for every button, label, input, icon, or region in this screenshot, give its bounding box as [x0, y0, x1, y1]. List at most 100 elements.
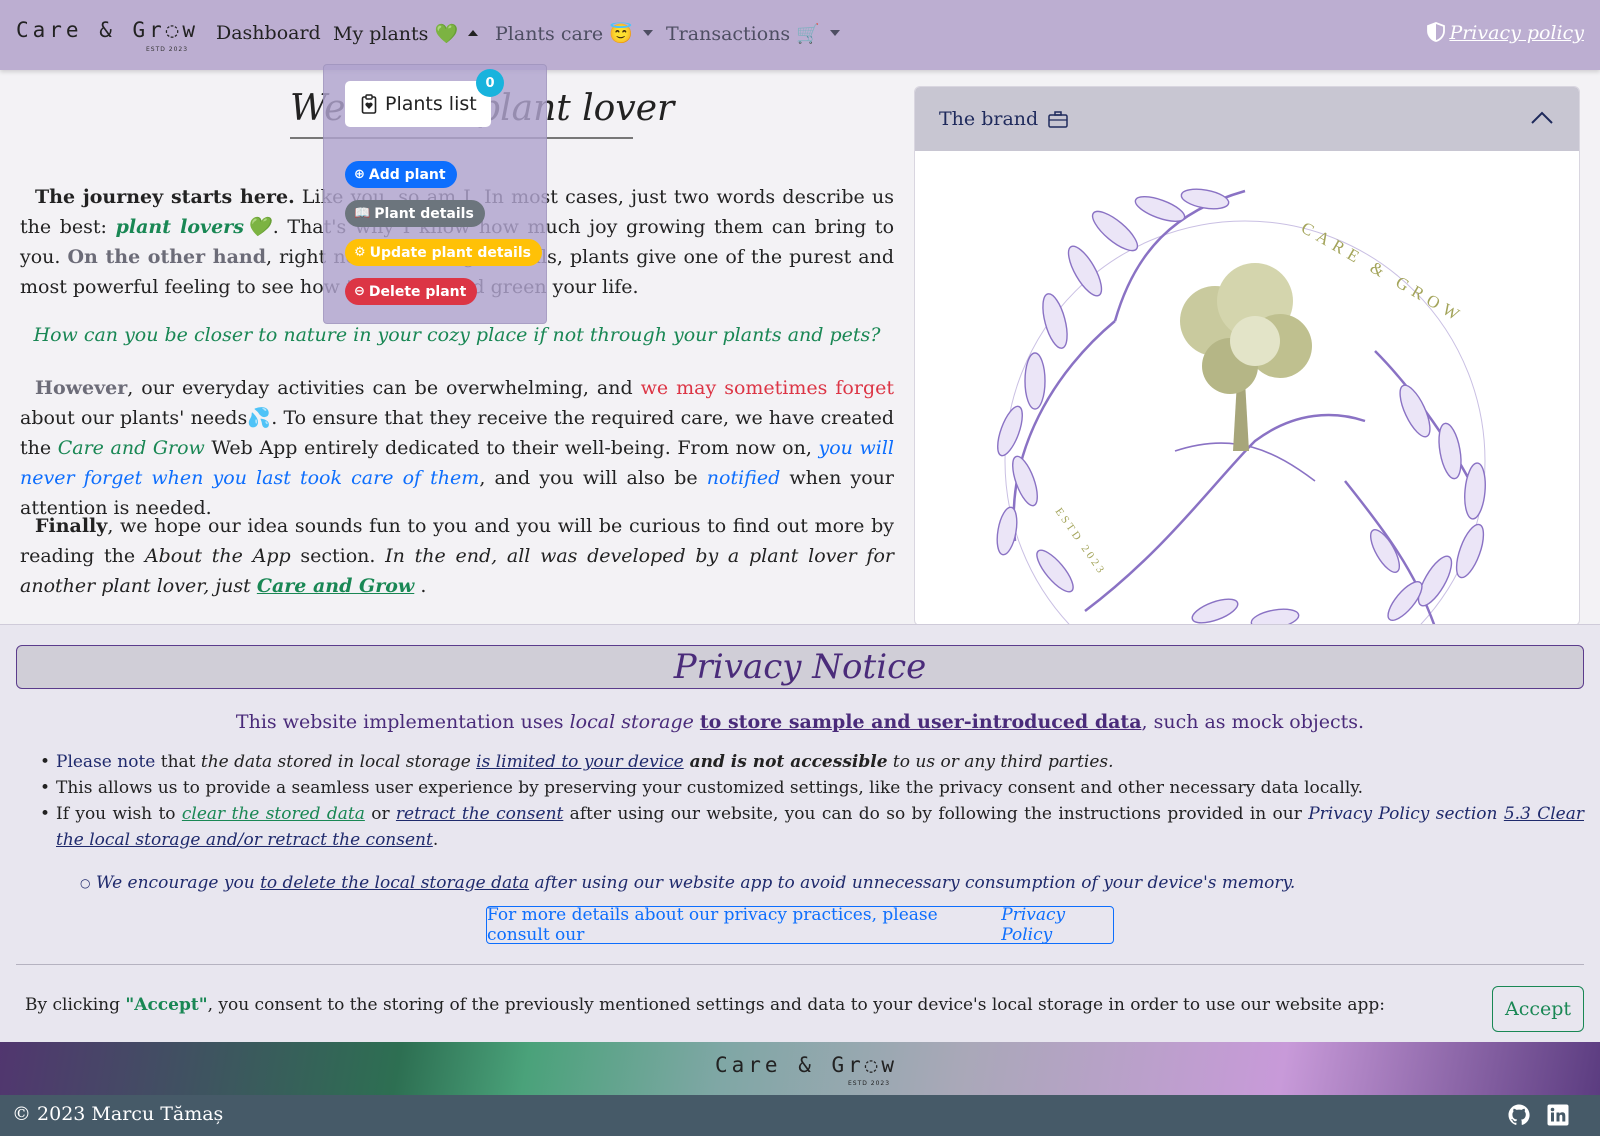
however-paragraph: However, our everyday activities can be … — [20, 373, 894, 523]
plant-details-button[interactable]: 📖 Plant details — [345, 200, 485, 227]
divider — [16, 964, 1584, 965]
other-hand-text: On the other hand — [67, 246, 267, 268]
text-segment: or — [364, 804, 396, 824]
retract-consent-link[interactable]: retract the consent — [396, 804, 563, 824]
list-item: If you wish to clear the stored data or … — [40, 801, 1584, 853]
privacy-intro: This website implementation uses local s… — [0, 711, 1600, 733]
shield-icon — [1427, 22, 1446, 42]
add-plant-button[interactable]: ⊕ Add plant — [345, 161, 457, 188]
text-segment: , you consent to the storing of the prev… — [207, 995, 1385, 1015]
brand-estd: ESTD 2023 — [146, 46, 189, 53]
brand-card-header[interactable]: The brand — [915, 87, 1579, 151]
footer-brand: Care & Gr◌w — [715, 1053, 899, 1077]
consult-privacy-button[interactable]: For more details about our privacy pract… — [486, 905, 1114, 945]
brand-logo[interactable]: Care & Gr◌w — [16, 18, 199, 42]
privacy-notice-title: Privacy Notice — [16, 645, 1584, 689]
finally-paragraph: Finally, we hope our idea sounds fun to … — [20, 511, 894, 601]
text-segment: that — [155, 752, 201, 772]
text-segment: Web App entirely dedicated to their well… — [204, 437, 819, 459]
consent-text: By clicking "Accept", you consent to the… — [25, 995, 1385, 1015]
plant-details-label: Plant details — [374, 205, 474, 222]
text-segment: . — [414, 575, 427, 597]
text-segment: , and you will also be — [479, 467, 707, 489]
my-plants-dropdown: Plants list 0 ⊕ Add plant 📖 Plant details … — [323, 64, 547, 324]
minus-circle-icon: ⊖ — [354, 284, 365, 299]
text-segment: after using our website, you can do so b… — [563, 804, 1309, 824]
text-segment: This website implementation uses — [235, 711, 570, 733]
limited-device-link[interactable]: is limited to your device — [476, 752, 684, 772]
delete-plant-label: Delete plant — [368, 283, 467, 300]
plus-circle-icon: ⊕ — [354, 167, 365, 182]
delete-plant-button[interactable]: ⊖ Delete plant — [345, 278, 478, 305]
linkedin-icon[interactable] — [1546, 1103, 1570, 1127]
about-app-text: About the App — [144, 545, 291, 567]
accept-quote: "Accept" — [125, 995, 208, 1015]
brand-card: The brand CARE & GROW ESTD 2023 — [914, 86, 1580, 626]
nav-dashboard[interactable]: Dashboard — [216, 22, 321, 44]
footer-bar: © 2023 Marcu Tămaș — [0, 1095, 1600, 1136]
update-plant-label: Update plant details — [369, 244, 531, 261]
notified-text: notified — [706, 467, 781, 489]
text-segment: By clicking — [25, 995, 126, 1015]
nav-plants-care[interactable]: Plants care 😇 — [495, 22, 653, 45]
list-item: Please note that the data stored in loca… — [40, 749, 1584, 775]
text-segment: . — [432, 830, 439, 850]
copyright: © 2023 Marcu Tămaș — [12, 1103, 224, 1125]
add-plant-label: Add plant — [368, 166, 446, 183]
briefcase-icon — [1048, 110, 1068, 128]
plant-lovers-text: plant lovers💚 — [115, 216, 273, 238]
store-data-link[interactable]: to store sample and user-introduced data — [700, 711, 1142, 733]
care-grow-link[interactable]: Care and Grow — [257, 575, 414, 597]
however-text: However — [35, 377, 128, 399]
brand-card-title: The brand — [939, 108, 1039, 130]
logo-text: CARE & GROW — [1298, 218, 1468, 327]
privacy-policy-link[interactable]: Privacy policy — [1427, 22, 1584, 44]
footer-estd: ESTD 2023 — [848, 1080, 891, 1087]
plants-list-label: Plants list — [385, 93, 477, 115]
nav-plants-care-label: Plants care 😇 — [495, 23, 633, 45]
footer-brand-band: Care & Gr◌w ESTD 2023 — [0, 1042, 1600, 1095]
text-segment: after using our website app to avoid unn… — [529, 873, 1296, 893]
finally-text: Finally — [35, 515, 108, 537]
encourage-subitem: We encourage you to delete the local sto… — [80, 873, 1296, 893]
text-segment: to us or any third parties. — [887, 752, 1114, 772]
gear-icon: ⚙ — [354, 245, 366, 260]
list-item: This allows us to provide a seamless use… — [40, 775, 1584, 801]
caret-up-icon — [468, 30, 479, 36]
local-storage-text: local storage — [569, 711, 694, 733]
forget-text: we may sometimes forget — [640, 377, 894, 399]
text-segment: If you wish to — [56, 804, 182, 824]
update-plant-button[interactable]: ⚙ Update plant details — [345, 239, 542, 266]
nav-my-plants[interactable]: My plants 💚 — [333, 22, 479, 45]
text-segment: We encourage you — [96, 873, 261, 893]
clipboard-heart-icon — [361, 94, 377, 114]
question-text: How can you be closer to nature in your … — [33, 324, 881, 346]
privacy-policy-label: Privacy policy — [1449, 22, 1584, 44]
delete-storage-link[interactable]: to delete the local storage data — [260, 873, 529, 893]
navbar: Care & Gr◌w ESTD 2023 Dashboard My plant… — [0, 0, 1600, 70]
privacy-list: Please note that the data stored in loca… — [40, 749, 1584, 853]
journey-lead: The journey starts here. — [35, 186, 295, 208]
care-grow-text: Care and Grow — [57, 437, 205, 459]
clear-data-link[interactable]: clear the stored data — [182, 804, 365, 824]
please-note-text: Please note — [56, 752, 156, 772]
accept-button[interactable]: Accept — [1492, 986, 1584, 1032]
caret-down-icon — [829, 30, 840, 36]
plants-count-badge: 0 — [476, 69, 504, 97]
consult-privacy-label: Privacy Policy — [1001, 905, 1066, 945]
text-segment: , such as mock objects. — [1141, 711, 1365, 733]
brand-logo-image: CARE & GROW ESTD 2023 — [996, 188, 1486, 625]
github-icon[interactable] — [1507, 1103, 1531, 1127]
text-segment: section. — [290, 545, 386, 567]
book-icon: 📖 — [354, 206, 371, 221]
caret-down-icon — [642, 30, 653, 36]
privacy-notice-panel: Privacy Notice This website implementati… — [0, 624, 1600, 1042]
consult-text: For more details about our privacy pract… — [487, 905, 938, 945]
plants-list-button[interactable]: Plants list — [345, 81, 491, 127]
nav-my-plants-label: My plants 💚 — [333, 23, 459, 45]
chevron-up-icon[interactable] — [1531, 111, 1553, 125]
nav-transactions[interactable]: Transactions 🛒 — [666, 22, 840, 45]
not-accessible-text: and is not accessible — [683, 752, 888, 772]
nav-transactions-label: Transactions 🛒 — [666, 23, 820, 45]
data-stored-text: the data stored in local storage — [200, 752, 471, 772]
